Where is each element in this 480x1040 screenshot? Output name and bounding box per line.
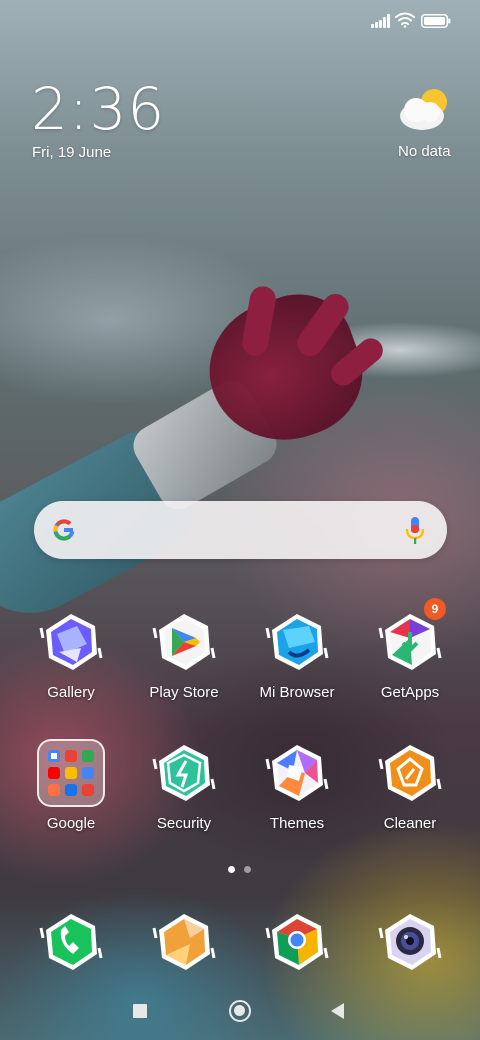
folder-google[interactable]: Google [16, 739, 126, 847]
page-dot[interactable] [244, 866, 251, 873]
dock-camera[interactable] [355, 908, 465, 1016]
security-icon [150, 739, 218, 807]
notification-badge: 9 [424, 598, 446, 620]
app-themes[interactable]: Themes [242, 739, 352, 847]
dock-phone[interactable] [16, 908, 126, 1016]
weather-status[interactable]: No data [398, 143, 451, 160]
clock-date[interactable]: Fri, 19 June [32, 144, 111, 161]
page-dot-active[interactable] [228, 866, 235, 873]
back-icon[interactable] [331, 1003, 344, 1019]
app-getapps[interactable]: 9 GetApps [355, 598, 465, 716]
page-indicator [228, 866, 254, 874]
app-label: Cleaner [383, 815, 437, 832]
battery-icon [421, 14, 451, 28]
status-bar [0, 0, 480, 40]
wifi-icon [395, 12, 415, 28]
recent-apps-icon[interactable] [133, 1004, 147, 1018]
app-label: Security [156, 815, 212, 832]
photos-mini-icon [82, 767, 94, 779]
cleaner-icon [376, 739, 444, 807]
dock-chrome[interactable] [242, 908, 352, 1016]
app-mi-browser[interactable]: Mi Browser [242, 608, 352, 716]
duo-mini-icon [65, 784, 77, 796]
app-label: GetApps [380, 684, 440, 701]
app-gallery[interactable]: Gallery [16, 608, 126, 716]
app-label: Gallery [47, 684, 95, 701]
chrome-icon [263, 908, 331, 976]
drive-mini-icon [65, 767, 77, 779]
mic-icon[interactable] [405, 516, 425, 546]
phone-icon [37, 908, 105, 976]
mi-browser-icon [263, 608, 331, 676]
folder-frame [37, 739, 105, 807]
play-music-mini-icon [48, 784, 60, 796]
dock-messages[interactable] [129, 908, 239, 1016]
maps-mini-icon [82, 750, 94, 762]
photos-mini-icon-2 [82, 784, 94, 796]
youtube-mini-icon [48, 767, 60, 779]
app-label: Play Store [149, 684, 219, 701]
gmail-mini-icon [65, 750, 77, 762]
getapps-icon: 9 [376, 598, 446, 676]
themes-icon [263, 739, 331, 807]
clock-time[interactable]: 2:36 [31, 80, 165, 138]
google-g-icon [53, 519, 75, 541]
google-search-bar[interactable] [34, 501, 447, 559]
app-security[interactable]: Security [129, 739, 239, 847]
home-icon[interactable] [229, 1000, 251, 1022]
app-label: Mi Browser [259, 684, 335, 701]
app-play-store[interactable]: Play Store [129, 608, 239, 716]
camera-icon [376, 908, 444, 976]
signal-bars-icon [371, 14, 390, 28]
google-folder-icon [37, 739, 105, 807]
partly-cloudy-icon[interactable] [396, 86, 452, 134]
messages-icon [150, 908, 218, 976]
gallery-icon [37, 608, 105, 676]
google-mini-icon [48, 750, 60, 762]
app-cleaner[interactable]: Cleaner [355, 739, 465, 847]
play-store-icon [150, 608, 218, 676]
app-label: Themes [269, 815, 325, 832]
app-label: Google [46, 815, 96, 832]
